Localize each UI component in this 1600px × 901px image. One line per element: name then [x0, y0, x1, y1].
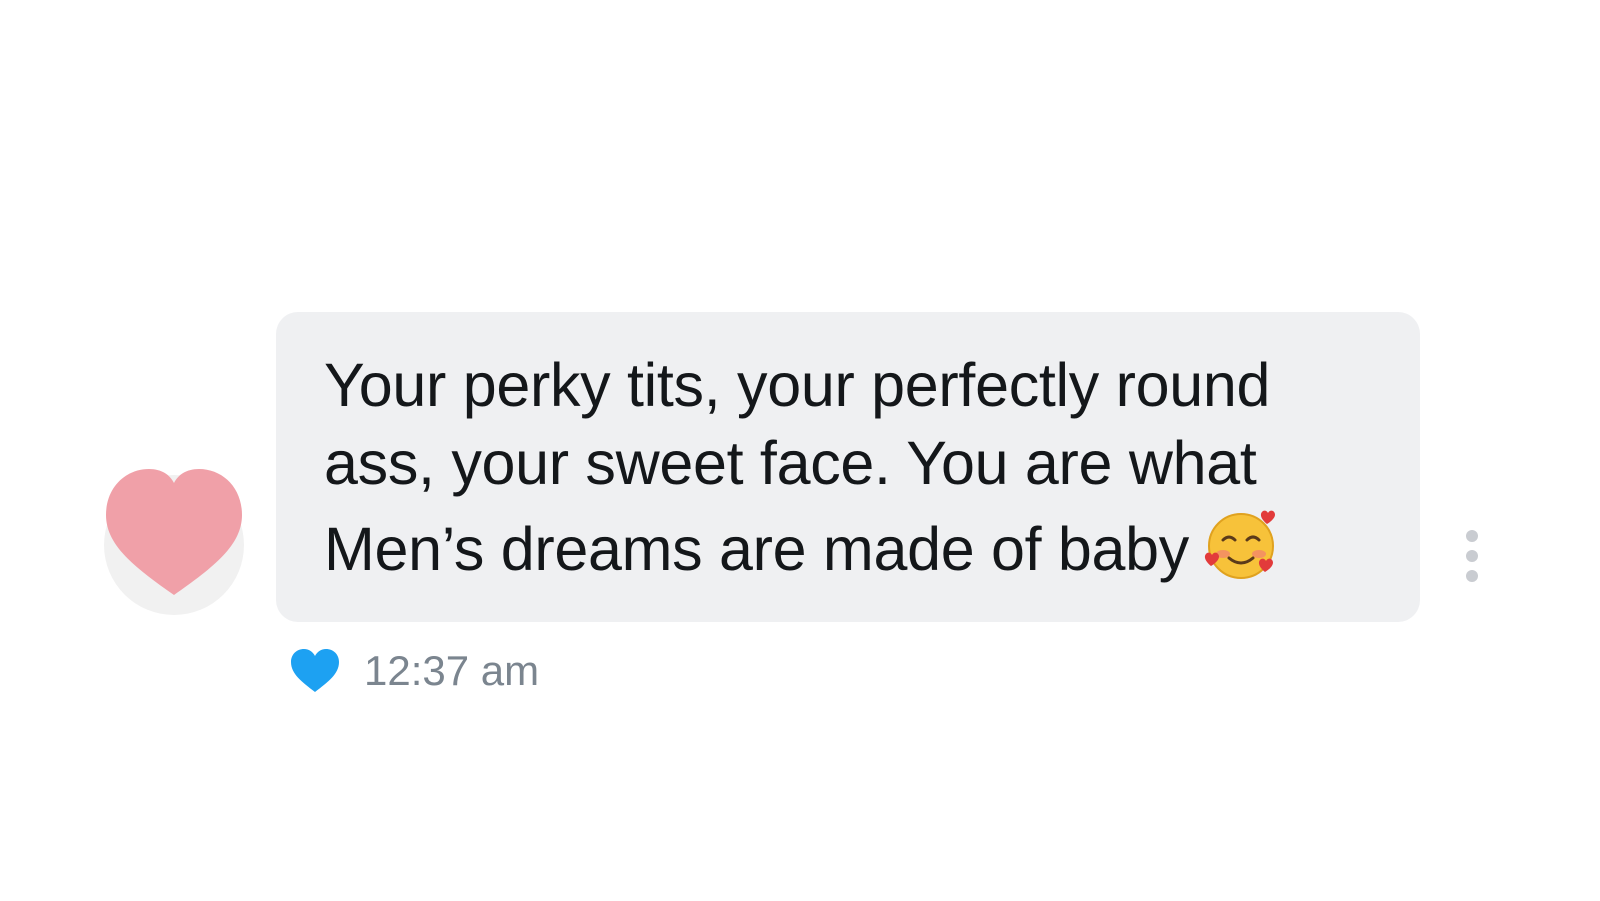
message-body: Your perky tits, your perfectly round as…	[324, 346, 1380, 588]
more-dot-icon	[1466, 550, 1478, 562]
like-heart-icon[interactable]	[290, 648, 340, 694]
more-options-button[interactable]	[1460, 530, 1484, 582]
message-meta: 12:37 am	[290, 646, 539, 696]
chat-thread: Your perky tits, your perfectly round as…	[0, 0, 1600, 901]
message-timestamp: 12:37 am	[364, 647, 540, 694]
avatar[interactable]	[104, 469, 244, 615]
more-dot-icon	[1466, 570, 1478, 582]
pink-heart-icon	[106, 469, 242, 595]
message-text: Your perky tits, your perfectly round as…	[324, 351, 1271, 583]
message-bubble[interactable]: Your perky tits, your perfectly round as…	[276, 312, 1420, 622]
more-dot-icon	[1466, 530, 1478, 542]
smiling-face-with-hearts-icon	[1201, 502, 1283, 584]
